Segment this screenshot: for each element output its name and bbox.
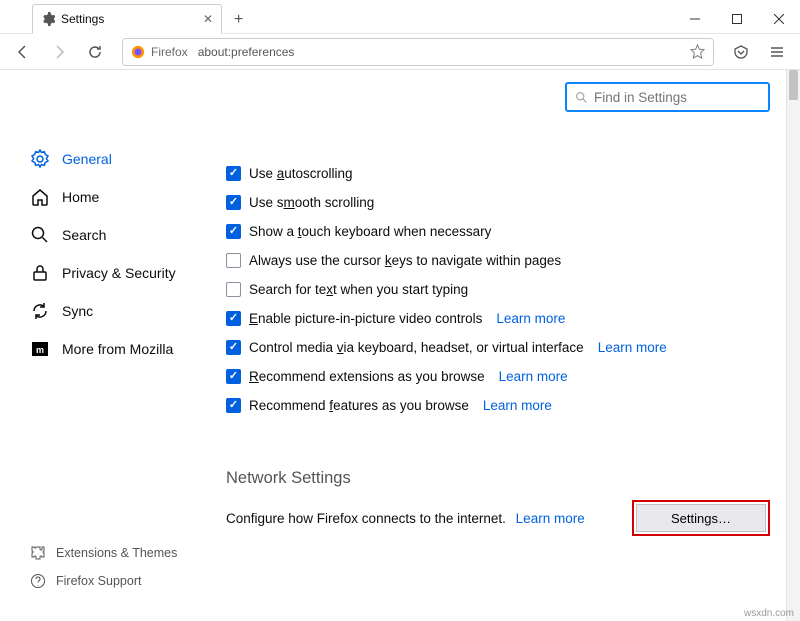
option-row: Always use the cursor keys to navigate w… <box>226 253 770 268</box>
option-label: Always use the cursor keys to navigate w… <box>249 253 561 268</box>
option-label: Use smooth scrolling <box>249 195 374 210</box>
sync-icon <box>30 301 50 321</box>
gear-icon <box>41 12 55 26</box>
sidebar-item-search[interactable]: Search <box>30 216 200 254</box>
url-text: about:preferences <box>198 45 295 59</box>
sidebar-item-general[interactable]: General <box>30 140 200 178</box>
option-row: Control media via keyboard, headset, or … <box>226 340 770 355</box>
checkbox[interactable] <box>226 195 241 210</box>
checkbox[interactable] <box>226 311 241 326</box>
checkbox[interactable] <box>226 398 241 413</box>
sidebar-label: More from Mozilla <box>62 341 173 357</box>
settings-sidebar: General Home Search Privacy & Security S… <box>0 70 210 621</box>
network-learn-more-link[interactable]: Learn more <box>516 511 585 526</box>
forward-button[interactable] <box>44 37 74 67</box>
scrollbar-thumb[interactable] <box>789 70 798 100</box>
checkbox[interactable] <box>226 224 241 239</box>
puzzle-icon <box>30 545 46 561</box>
pocket-button[interactable] <box>726 37 756 67</box>
option-label: Control media via keyboard, headset, or … <box>249 340 584 355</box>
watermark: wsxdn.com <box>744 608 794 619</box>
sidebar-support[interactable]: Firefox Support <box>30 567 200 595</box>
search-icon <box>575 91 588 104</box>
sidebar-label: Home <box>62 189 99 205</box>
content-area: General Home Search Privacy & Security S… <box>0 70 800 621</box>
titlebar: Settings ✕ + <box>0 0 800 34</box>
lock-icon <box>30 263 50 283</box>
checkbox[interactable] <box>226 282 241 297</box>
checkbox[interactable] <box>226 369 241 384</box>
sidebar-label: Sync <box>62 303 93 319</box>
settings-main: Use autoscrolling Use smooth scrolling Sho… <box>210 70 800 621</box>
sidebar-label: Search <box>62 227 106 243</box>
learn-more-link[interactable]: Learn more <box>496 311 565 326</box>
help-icon <box>30 573 46 589</box>
sidebar-extensions[interactable]: Extensions & Themes <box>30 539 200 567</box>
network-settings-row: Configure how Firefox connects to the in… <box>226 500 770 536</box>
sidebar-item-more[interactable]: m More from Mozilla <box>30 330 200 368</box>
browsing-options: Use autoscrolling Use smooth scrolling Sho… <box>226 166 770 413</box>
option-label: Recommend features as you browse <box>249 398 469 413</box>
network-settings-button[interactable]: Settings… <box>636 504 766 532</box>
nav-toolbar: Firefox about:preferences <box>0 34 800 70</box>
learn-more-link[interactable]: Learn more <box>483 398 552 413</box>
bookmark-star-icon[interactable] <box>690 44 705 59</box>
sidebar-label: Firefox Support <box>56 574 141 588</box>
mozilla-icon: m <box>30 339 50 359</box>
new-tab-button[interactable]: + <box>230 7 247 33</box>
sidebar-label: Privacy & Security <box>62 265 176 281</box>
option-label: Show a touch keyboard when necessary <box>249 224 491 239</box>
tab-close-icon[interactable]: ✕ <box>203 12 213 26</box>
sidebar-item-privacy[interactable]: Privacy & Security <box>30 254 200 292</box>
sidebar-label: General <box>62 151 112 167</box>
reload-button[interactable] <box>80 37 110 67</box>
svg-text:m: m <box>36 345 44 355</box>
window-controls <box>674 5 800 33</box>
option-label: Recommend extensions as you browse <box>249 369 485 384</box>
browser-tab[interactable]: Settings ✕ <box>32 4 222 34</box>
option-row: Recommend features as you browse Learn mo… <box>226 398 770 413</box>
gear-icon <box>30 149 50 169</box>
find-in-settings-input[interactable] <box>594 90 771 105</box>
option-row: Use autoscrolling <box>226 166 770 181</box>
url-bar[interactable]: Firefox about:preferences <box>122 38 714 66</box>
identity-label: Firefox <box>151 45 188 59</box>
firefox-icon <box>131 45 145 59</box>
app-menu-button[interactable] <box>762 37 792 67</box>
option-row: Show a touch keyboard when necessary <box>226 224 770 239</box>
highlight-box: Settings… <box>632 500 770 536</box>
home-icon <box>30 187 50 207</box>
learn-more-link[interactable]: Learn more <box>598 340 667 355</box>
option-label: Enable picture-in-picture video controls <box>249 311 482 326</box>
sidebar-item-sync[interactable]: Sync <box>30 292 200 330</box>
tab-title: Settings <box>61 12 197 26</box>
vertical-scrollbar[interactable] <box>786 70 800 621</box>
option-row: Enable picture-in-picture video controls… <box>226 311 770 326</box>
option-label: Search for text when you start typing <box>249 282 468 297</box>
network-settings-heading: Network Settings <box>226 469 770 488</box>
find-in-settings[interactable] <box>565 82 770 112</box>
option-row: Search for text when you start typing <box>226 282 770 297</box>
option-row: Recommend extensions as you browse Learn … <box>226 369 770 384</box>
network-desc: Configure how Firefox connects to the in… <box>226 511 585 526</box>
back-button[interactable] <box>8 37 38 67</box>
search-icon <box>30 225 50 245</box>
learn-more-link[interactable]: Learn more <box>499 369 568 384</box>
close-window-button[interactable] <box>758 5 800 33</box>
sidebar-label: Extensions & Themes <box>56 546 177 560</box>
checkbox[interactable] <box>226 340 241 355</box>
sidebar-item-home[interactable]: Home <box>30 178 200 216</box>
minimize-button[interactable] <box>674 5 716 33</box>
checkbox[interactable] <box>226 253 241 268</box>
option-row: Use smooth scrolling <box>226 195 770 210</box>
maximize-button[interactable] <box>716 5 758 33</box>
checkbox[interactable] <box>226 166 241 181</box>
option-label: Use autoscrolling <box>249 166 353 181</box>
